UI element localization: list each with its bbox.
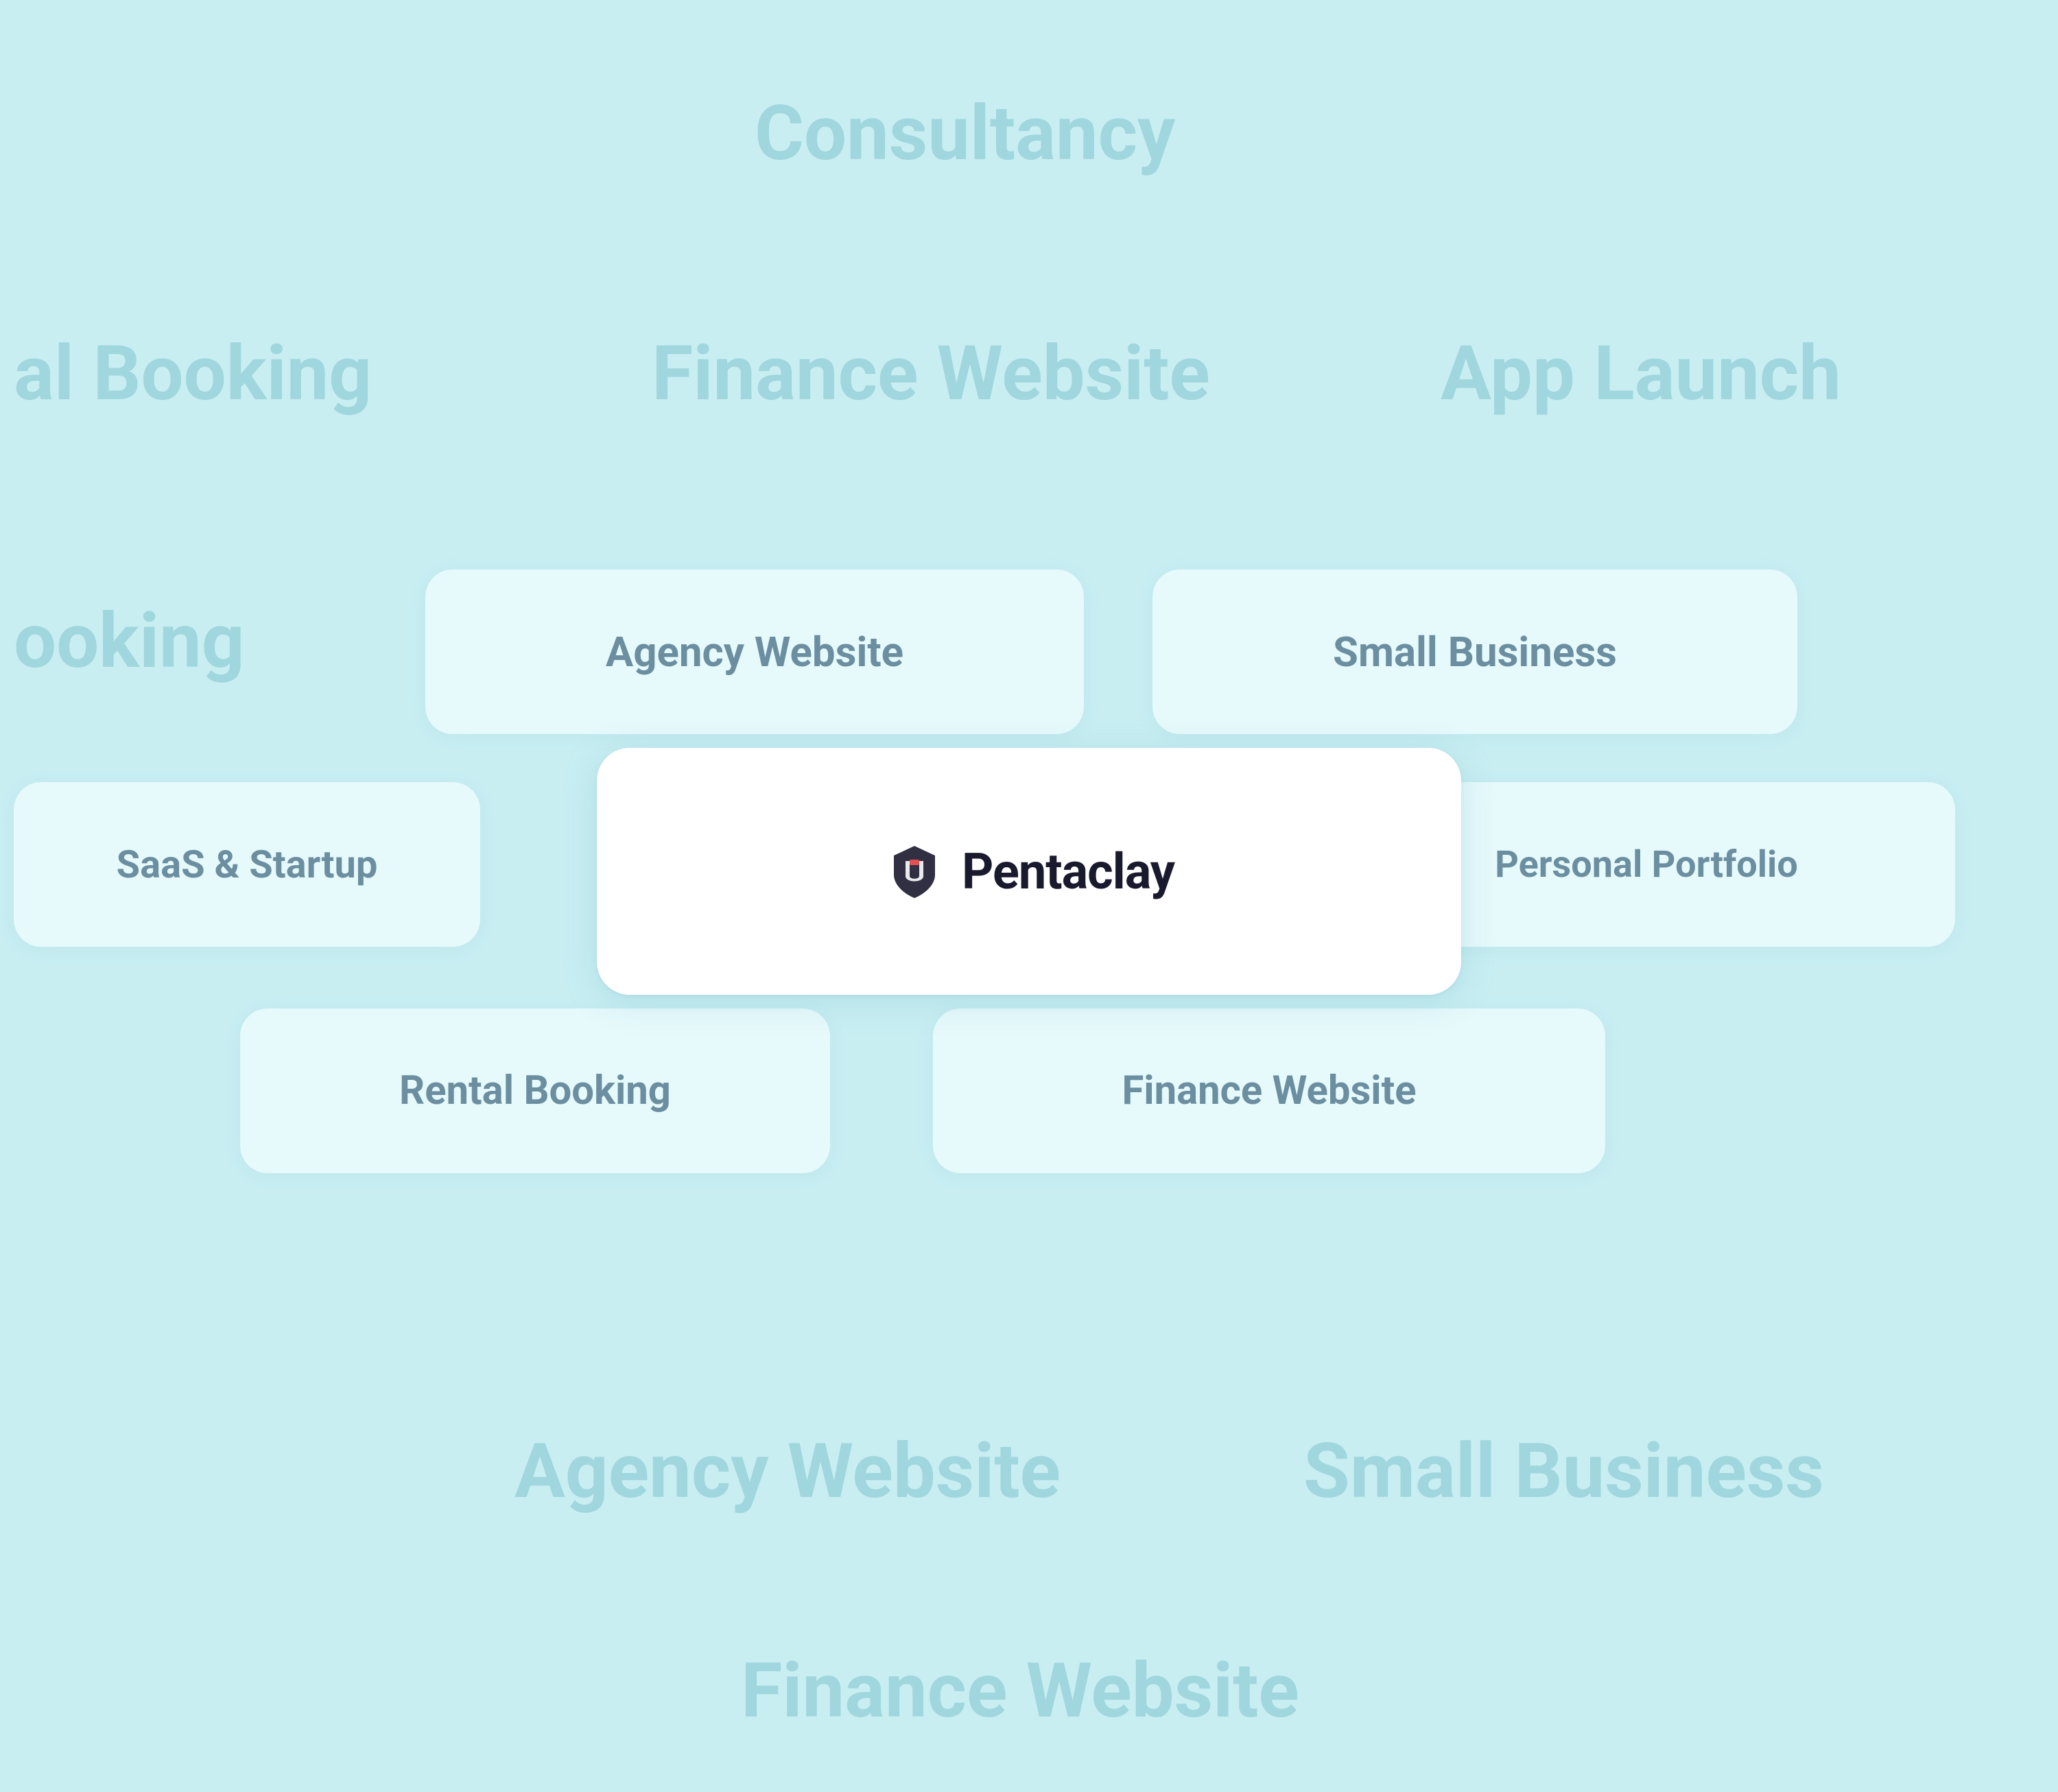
bg-label-small-biz-bottom: Small Business <box>1303 1427 1824 1516</box>
bg-label-booking-partial2: ooking <box>14 597 245 685</box>
bg-label-app-launch: App Launch <box>1441 329 1841 418</box>
card-saas-startup-label: SaaS & Startup <box>117 842 378 887</box>
pentaclay-shield-icon <box>884 840 945 902</box>
logo-container: Pentaclay <box>884 840 1174 902</box>
logo-brand-name: Pentaclay <box>962 842 1174 901</box>
bg-label-finance-top: Finance Website <box>652 329 1210 418</box>
card-agency-website[interactable]: Agency Website <box>425 569 1084 734</box>
bg-label-consultancy: Consultancy <box>755 89 1175 178</box>
card-finance-website[interactable]: Finance Website <box>933 1009 1605 1173</box>
card-agency-website-label: Agency Website <box>606 628 903 676</box>
bg-label-booking-partial1: al Booking <box>14 329 372 418</box>
card-rental-booking[interactable]: Rental Booking <box>240 1009 830 1173</box>
card-saas-startup[interactable]: SaaS & Startup <box>14 782 480 947</box>
main-scene: Consultancy Finance Website App Launch a… <box>0 0 2058 1792</box>
card-small-business[interactable]: Small Business <box>1152 569 1797 734</box>
pentaclay-logo-card[interactable]: Pentaclay <box>597 748 1461 995</box>
bg-label-finance-bottom: Finance Website <box>741 1647 1299 1735</box>
card-small-business-label: Small Business <box>1333 628 1617 676</box>
card-finance-website-label: Finance Website <box>1122 1068 1416 1114</box>
card-personal-portfolio-label: Personal Portfolio <box>1495 843 1798 886</box>
bg-label-agency-bottom: Agency Website <box>514 1427 1061 1516</box>
card-rental-booking-label: Rental Booking <box>399 1068 671 1114</box>
